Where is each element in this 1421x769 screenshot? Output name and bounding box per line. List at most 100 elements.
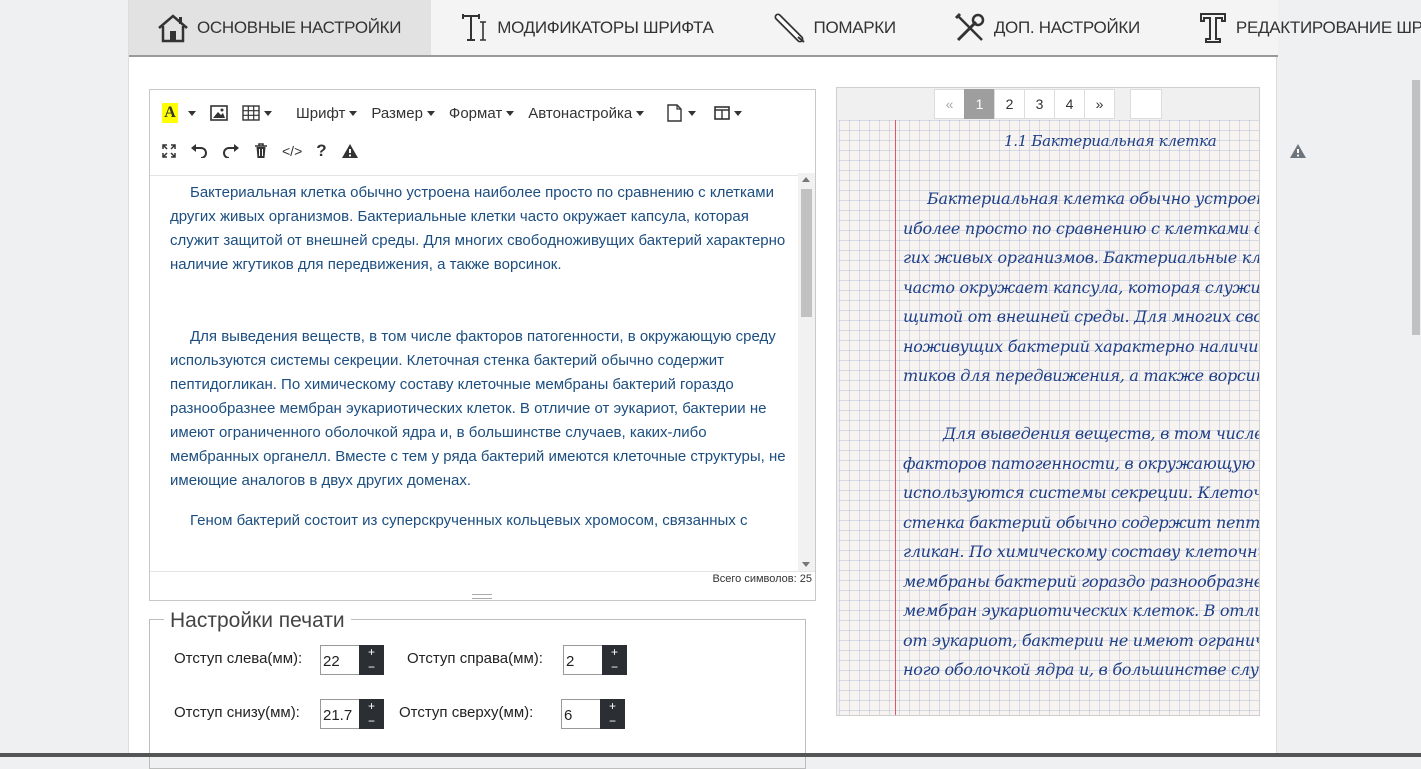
decrement-button[interactable]: − bbox=[600, 714, 625, 729]
document-dropdown[interactable] bbox=[666, 100, 697, 126]
undo-button[interactable] bbox=[190, 138, 208, 164]
tab-label: ОСНОВНЫЕ НАСТРОЙКИ bbox=[197, 17, 402, 37]
main-panel: ОСНОВНЫЕ НАСТРОЙКИ МОДИФИКАТОРЫ ШРИФТА П… bbox=[128, 0, 1421, 769]
handwritten-line: ноживущих бактерий характерно наличие жг… bbox=[903, 337, 1259, 356]
decrement-button[interactable]: − bbox=[359, 714, 384, 729]
decrement-button[interactable]: − bbox=[359, 660, 384, 675]
chevron-down-icon bbox=[264, 110, 272, 116]
handwritten-line: часто окружает капсула, которая служит з… bbox=[903, 278, 1259, 297]
warning-icon[interactable] bbox=[1289, 143, 1307, 164]
warning-button[interactable] bbox=[341, 138, 359, 164]
handwritten-line: Для выведения веществ, в том числе bbox=[943, 424, 1259, 443]
code-view-button[interactable]: </> bbox=[282, 138, 302, 164]
size-dropdown-label: Размер bbox=[371, 104, 423, 122]
text-color-dropdown[interactable] bbox=[184, 100, 196, 126]
font-dropdown-label: Шрифт bbox=[296, 104, 346, 122]
fullscreen-button[interactable] bbox=[162, 138, 176, 164]
left-margin-label: Отступ слева(мм): bbox=[174, 650, 303, 667]
top-margin-input[interactable]: 6 bbox=[561, 699, 601, 729]
tools-icon bbox=[954, 12, 985, 41]
editor-content[interactable]: Бактериальная клетка обычно устроена наи… bbox=[150, 173, 800, 571]
handwritten-line: от эукариот, бактерии не имеют ограничен… bbox=[903, 631, 1259, 650]
text-color-button[interactable]: A bbox=[162, 100, 178, 126]
prev-page-button[interactable]: « bbox=[934, 89, 965, 119]
font-t-icon bbox=[1199, 12, 1226, 43]
chevron-down-icon bbox=[349, 110, 358, 116]
char-count: Всего символов: 25 bbox=[712, 573, 812, 585]
empty-line bbox=[170, 493, 786, 509]
top-margin-label: Отступ сверху(мм): bbox=[399, 704, 534, 721]
print-settings-title: Настройки печати bbox=[164, 609, 351, 633]
handwritten-line: щитой от внешней среды. Для многих свобо… bbox=[903, 307, 1259, 326]
format-dropdown-label: Формат bbox=[448, 104, 503, 122]
page-scrollbar[interactable] bbox=[1410, 80, 1421, 757]
margin-line bbox=[895, 120, 896, 715]
right-margin-input[interactable]: 2 bbox=[563, 645, 603, 675]
font-dropdown[interactable]: Шрифт bbox=[296, 100, 358, 126]
question-icon: ? bbox=[316, 141, 327, 160]
handwritten-line: мембраны бактерий гораздо разнообразнее bbox=[903, 572, 1259, 591]
trash-icon bbox=[255, 143, 267, 158]
format-dropdown[interactable]: Формат bbox=[448, 100, 515, 126]
handwritten-line: Бактериальная клетка обычно устроена на- bbox=[927, 189, 1259, 208]
tab-label: ПОМАРКИ bbox=[813, 17, 897, 37]
resize-handle[interactable] bbox=[472, 594, 492, 599]
handwritten-line: мембран эукариотических клеток. В отличи… bbox=[903, 601, 1259, 620]
paragraph: Бактериальная клетка обычно устроена наи… bbox=[170, 184, 786, 273]
scroll-thumb[interactable] bbox=[801, 189, 812, 317]
decrement-button[interactable]: − bbox=[602, 660, 627, 675]
help-button[interactable]: ? bbox=[316, 138, 326, 164]
page-scroll-thumb[interactable] bbox=[1412, 80, 1420, 335]
table-icon bbox=[242, 105, 260, 121]
page-number-input[interactable] bbox=[1130, 89, 1162, 119]
bottom-margin-input[interactable]: 21.7 bbox=[320, 699, 360, 729]
empty-line bbox=[170, 277, 786, 301]
increment-button[interactable]: + bbox=[359, 699, 384, 714]
left-margin-stepper[interactable]: + − bbox=[359, 645, 384, 675]
increment-button[interactable]: + bbox=[359, 645, 384, 660]
handwritten-line: иболее просто по сравнению с клетками др… bbox=[903, 219, 1259, 238]
text-cursor-icon bbox=[462, 13, 487, 41]
next-page-button[interactable]: » bbox=[1084, 89, 1115, 119]
insert-table-button[interactable] bbox=[242, 100, 272, 126]
page-button-1[interactable]: 1 bbox=[964, 89, 995, 119]
image-icon bbox=[210, 105, 228, 121]
bottom-margin-stepper[interactable]: + − bbox=[359, 699, 384, 729]
clear-button[interactable] bbox=[254, 138, 268, 164]
editor-scrollbar[interactable] bbox=[798, 173, 815, 571]
scroll-down-icon[interactable] bbox=[802, 562, 810, 567]
tab-basic-settings[interactable]: ОСНОВНЫЕ НАСТРОЙКИ bbox=[129, 0, 432, 55]
page-button-3[interactable]: 3 bbox=[1024, 89, 1055, 119]
tab-label: ДОП. НАСТРОЙКИ bbox=[993, 17, 1140, 37]
right-margin-label: Отступ справа(мм): bbox=[407, 650, 543, 667]
house-icon bbox=[158, 13, 188, 42]
increment-button[interactable]: + bbox=[602, 645, 627, 660]
left-margin-input[interactable]: 22 bbox=[320, 645, 360, 675]
page-button-2[interactable]: 2 bbox=[994, 89, 1025, 119]
undo-icon bbox=[191, 144, 207, 158]
chevron-down-icon bbox=[734, 110, 743, 116]
autoset-dropdown[interactable]: Автонастройка bbox=[528, 100, 645, 126]
pen-icon bbox=[774, 13, 805, 43]
warning-icon bbox=[341, 144, 358, 158]
redo-button[interactable] bbox=[222, 138, 240, 164]
tab-extra-settings[interactable]: ДОП. НАСТРОЙКИ bbox=[896, 0, 1140, 55]
tab-blots[interactable]: ПОМАРКИ bbox=[714, 0, 896, 55]
tab-font-editing[interactable]: РЕДАКТИРОВАНИЕ ШРИФТОВ bbox=[1140, 0, 1421, 55]
size-dropdown[interactable]: Размер bbox=[371, 100, 435, 126]
top-margin-stepper[interactable]: + − bbox=[600, 699, 625, 729]
page-button-4[interactable]: 4 bbox=[1054, 89, 1085, 119]
handwritten-line: факторов патогенности, в окружающую сред… bbox=[903, 454, 1259, 473]
empty-line bbox=[170, 301, 786, 325]
editor-toolbar: A Шрифт Размер Формат Автонастройка </> … bbox=[150, 94, 815, 176]
scroll-up-icon[interactable] bbox=[802, 177, 810, 182]
handwritten-line: используются системы секреции. Клеточная bbox=[903, 483, 1259, 502]
increment-button[interactable]: + bbox=[600, 699, 625, 714]
right-margin-stepper[interactable]: + − bbox=[602, 645, 627, 675]
tab-font-modifiers[interactable]: МОДИФИКАТОРЫ ШРИФТА bbox=[431, 0, 714, 55]
columns-icon bbox=[714, 106, 731, 120]
notebook-page: 1.1 Бактериальная клетка Бактериальная к… bbox=[839, 120, 1259, 715]
handwritten-heading: 1.1 Бактериальная клетка bbox=[1004, 132, 1217, 150]
insert-image-button[interactable] bbox=[210, 100, 228, 126]
layout-dropdown[interactable] bbox=[714, 100, 743, 126]
